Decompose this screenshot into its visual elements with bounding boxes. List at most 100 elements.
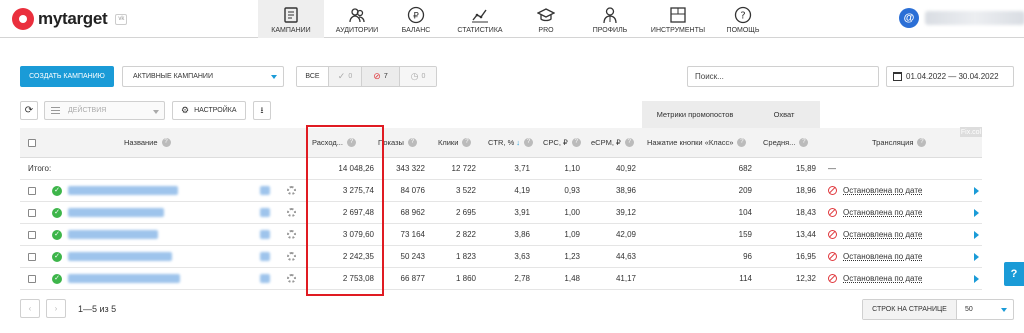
campaign-name-link-redacted[interactable] [68, 246, 184, 267]
refresh-button[interactable]: ⟳ [20, 101, 38, 120]
nav-statistics[interactable]: СТАТИСТИКА [442, 0, 518, 38]
rows-per-page-select[interactable]: СТРОК НА СТРАНИЦЕ 50 [862, 299, 1014, 320]
gear-icon[interactable] [287, 246, 296, 267]
broadcast-status[interactable]: Остановлена по дате [828, 268, 922, 289]
row-checkbox[interactable] [28, 202, 36, 223]
row-checkbox[interactable] [28, 268, 36, 289]
nav-label: ПРОФИЛЬ [592, 27, 628, 34]
broadcast-status[interactable]: Остановлена по дате [828, 202, 922, 223]
prev-page-button[interactable]: ‹ [20, 299, 40, 318]
filter-all-button[interactable]: ВСЕ [297, 67, 329, 86]
table-row[interactable]: ✓ 2 242,35 50 243 1 823 3,63 1,23 44,63 … [20, 246, 982, 268]
table-row[interactable]: ✓ 2 753,08 66 877 1 860 2,78 1,48 41,17 … [20, 268, 982, 290]
expand-arrow-icon[interactable] [974, 224, 979, 245]
column-header-cpc[interactable]: CPC, ₽? [543, 128, 581, 157]
nav-pro[interactable]: PRO [518, 0, 574, 38]
search-input[interactable]: Поиск... [687, 66, 879, 87]
nav-tools[interactable]: ИНСТРУМЕНТЫ [646, 0, 710, 38]
filter-pending-count: 0 [421, 73, 426, 80]
rows-per-page-value[interactable]: 50 [957, 300, 1013, 319]
broadcast-status[interactable]: Остановлена по дате [828, 224, 922, 245]
row-ctr: 4,19 [514, 186, 530, 195]
nav-campaigns[interactable]: КАМПАНИИ [258, 0, 324, 38]
nav-balance[interactable]: ₽ БАЛАНС [390, 0, 442, 38]
campaign-filter-select[interactable]: АКТИВНЫЕ КАМПАНИИ [122, 66, 284, 87]
info-icon: ? [407, 138, 417, 147]
campaign-name-link-redacted[interactable] [68, 180, 184, 201]
link-redacted[interactable] [260, 202, 274, 223]
date-range-value: 01.04.2022 — 30.04.2022 [906, 72, 999, 81]
link-redacted[interactable] [260, 224, 274, 245]
row-class-clicks: 209 [738, 186, 752, 195]
row-cpc: 1,23 [564, 252, 580, 261]
gear-icon: ⚙ [181, 105, 190, 115]
column-header-clicks[interactable]: Клики? [438, 128, 472, 157]
next-page-button[interactable]: › [46, 299, 66, 318]
user-menu[interactable]: @ [899, 8, 1024, 28]
chevron-right-icon: › [54, 304, 58, 313]
gear-icon[interactable] [287, 224, 296, 245]
link-redacted[interactable] [260, 246, 274, 267]
link-redacted[interactable] [260, 180, 274, 201]
totals-row: Итого: 14 048,26 343 322 12 722 3,71 1,1… [20, 158, 982, 180]
nav-label: БАЛАНС [401, 27, 431, 34]
campaign-name-link-redacted[interactable] [68, 268, 184, 289]
nav-label: СТАТИСТИКА [457, 27, 503, 34]
campaign-name-link-redacted[interactable] [68, 224, 184, 245]
gear-icon[interactable] [287, 202, 296, 223]
row-ctr: 3,86 [514, 230, 530, 239]
campaign-name-link-redacted[interactable] [68, 202, 184, 223]
row-clicks: 1 860 [455, 274, 476, 283]
row-class-clicks: 96 [743, 252, 752, 261]
gear-icon[interactable] [287, 268, 296, 289]
link-redacted[interactable] [260, 268, 274, 289]
column-header-broadcast[interactable]: Трансляция? [872, 128, 927, 157]
row-ecpm: 44,63 [615, 252, 636, 261]
expand-arrow-icon[interactable] [974, 180, 979, 201]
svg-text:₽: ₽ [413, 12, 419, 22]
filter-active-button[interactable]: ✓ 0 [329, 67, 362, 86]
stop-icon [828, 186, 837, 195]
row-ecpm: 38,96 [615, 186, 636, 195]
table-row[interactable]: ✓ 3 275,74 84 076 3 522 4,19 0,93 38,96 … [20, 180, 982, 202]
date-range-picker[interactable]: 01.04.2022 — 30.04.2022 [886, 66, 1014, 87]
column-header-name[interactable]: Название? [124, 128, 171, 157]
select-all-checkbox[interactable] [28, 128, 36, 157]
row-checkbox[interactable] [28, 224, 36, 245]
row-clicks: 3 522 [455, 186, 476, 195]
row-avg: 16,95 [795, 252, 816, 261]
download-button[interactable]: ⭳ [253, 101, 271, 120]
broadcast-status[interactable]: Остановлена по дате [828, 246, 922, 267]
nav-label: ИНСТРУМЕНТЫ [650, 27, 706, 34]
info-icon: ? [571, 138, 581, 147]
nav-help[interactable]: ? ПОМОЩЬ [710, 0, 776, 38]
expand-arrow-icon[interactable] [974, 268, 979, 289]
settings-button[interactable]: ⚙ НАСТРОЙКА [172, 101, 246, 120]
filter-pending-button[interactable]: ◷ 0 [400, 67, 436, 86]
column-header-ctr[interactable]: CTR, % ↓? [488, 128, 533, 157]
fix-column-toggle[interactable]: Fix.col [960, 127, 982, 137]
filter-stopped-button[interactable]: ⊘ 7 [362, 67, 400, 86]
column-header-class-clicks[interactable]: Нажатие кнопки «Класс»? [647, 128, 747, 157]
actions-select[interactable]: ДЕЙСТВИЯ [44, 101, 165, 120]
info-icon: ? [462, 138, 472, 147]
table-row[interactable]: ✓ 3 079,60 73 164 2 822 3,86 1,09 42,09 … [20, 224, 982, 246]
expand-arrow-icon[interactable] [974, 246, 979, 267]
row-clicks: 1 823 [455, 252, 476, 261]
totals-label: Итого: [28, 164, 52, 173]
mytarget-logo[interactable]: mytarget vk [12, 8, 128, 30]
row-checkbox[interactable] [28, 180, 36, 201]
row-checkbox[interactable] [28, 246, 36, 267]
column-header-avg[interactable]: Средня...? [763, 128, 809, 157]
help-widget-button[interactable]: ? [1004, 262, 1024, 286]
nav-audiences[interactable]: АУДИТОРИИ [324, 0, 390, 38]
create-campaign-button[interactable]: СОЗДАТЬ КАМПАНИЮ [20, 66, 114, 87]
actions-label: ДЕЙСТВИЯ [68, 107, 107, 114]
row-class-clicks: 104 [738, 208, 752, 217]
column-header-ecpm[interactable]: eCPM, ₽? [591, 128, 634, 157]
table-row[interactable]: ✓ 2 697,48 68 962 2 695 3,91 1,00 39,12 … [20, 202, 982, 224]
nav-profile[interactable]: ПРОФИЛЬ [574, 0, 646, 38]
expand-arrow-icon[interactable] [974, 202, 979, 223]
broadcast-status[interactable]: Остановлена по дате [828, 180, 922, 201]
gear-icon[interactable] [287, 180, 296, 201]
